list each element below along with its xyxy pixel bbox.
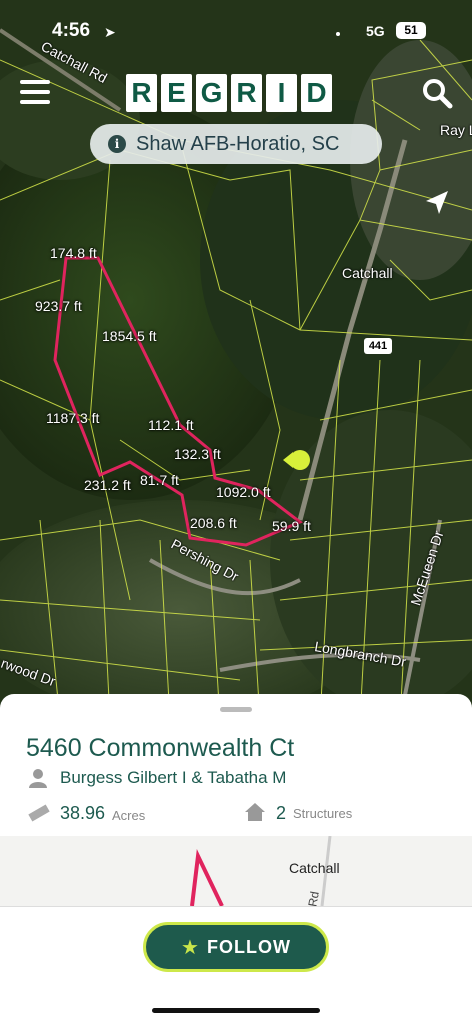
measurement-label: 174.8 ft: [50, 245, 97, 261]
parcel-acres: 38.96: [60, 803, 106, 823]
measurement-label: 208.6 ft: [190, 515, 237, 531]
measurement-label: 231.2 ft: [84, 477, 131, 493]
location-pill[interactable]: i Shaw AFB-Horatio, SC: [90, 124, 382, 164]
highway-shield: 441: [364, 338, 392, 354]
ruler-icon: [28, 804, 50, 822]
measurement-label: 59.9 ft: [272, 518, 311, 534]
sheet-grab-handle[interactable]: [220, 707, 252, 712]
parcel-structures: 2: [276, 803, 287, 823]
parcel-owner: Burgess Gilbert I & Tabatha M: [60, 768, 287, 787]
network-type: 5G: [366, 23, 385, 39]
structures-unit: Structures: [293, 806, 353, 821]
logo-letter: R: [126, 74, 157, 112]
battery-icon: 51: [396, 22, 426, 39]
measurement-label: 132.3 ft: [174, 446, 221, 462]
location-services-icon: ➤: [104, 24, 116, 40]
navigation-arrow-icon[interactable]: [422, 188, 452, 218]
logo-letter: R: [231, 74, 262, 112]
person-icon: [29, 769, 47, 788]
measurement-label: 1854.5 ft: [102, 328, 157, 344]
house-icon: [245, 803, 265, 821]
search-icon[interactable]: [420, 76, 454, 110]
home-indicator[interactable]: [152, 1008, 320, 1013]
logo-letter: D: [301, 74, 332, 112]
follow-label: FOLLOW: [206, 936, 291, 957]
road-label-ray: Ray L: [440, 122, 472, 138]
measurement-label: 923.7 ft: [35, 298, 82, 314]
menu-button[interactable]: [20, 78, 52, 106]
logo-letter: G: [196, 74, 227, 112]
measurement-label: 1092.0 ft: [216, 484, 271, 500]
logo-letter: I: [266, 74, 297, 112]
status-bar: 4:56 ➤ 5G 51: [0, 0, 472, 60]
measurement-label: 81.7 ft: [140, 472, 179, 488]
mini-map-label: Catchall: [289, 860, 340, 876]
logo-letter: E: [161, 74, 192, 112]
location-name: Shaw AFB-Horatio, SC: [136, 132, 340, 155]
regrid-logo: R E G R I D: [126, 74, 344, 112]
parcel-address: 5460 Commonwealth Ct: [26, 734, 295, 762]
measurement-label: 1187.3 ft: [46, 410, 100, 426]
place-label-catchall: Catchall: [342, 265, 393, 281]
signal-icon: [336, 32, 340, 36]
measurement-label: 112.1 ft: [148, 417, 194, 433]
status-time: 4:56: [52, 20, 91, 41]
follow-button[interactable]: ★ FOLLOW: [143, 922, 329, 972]
mini-map-drawing: [190, 836, 332, 906]
mini-map[interactable]: Catchall Rd: [0, 836, 472, 906]
mini-map-road-label: Rd: [305, 890, 322, 906]
star-icon: ★: [181, 936, 199, 959]
acres-unit: Acres: [112, 808, 146, 823]
info-icon: i: [108, 135, 126, 153]
